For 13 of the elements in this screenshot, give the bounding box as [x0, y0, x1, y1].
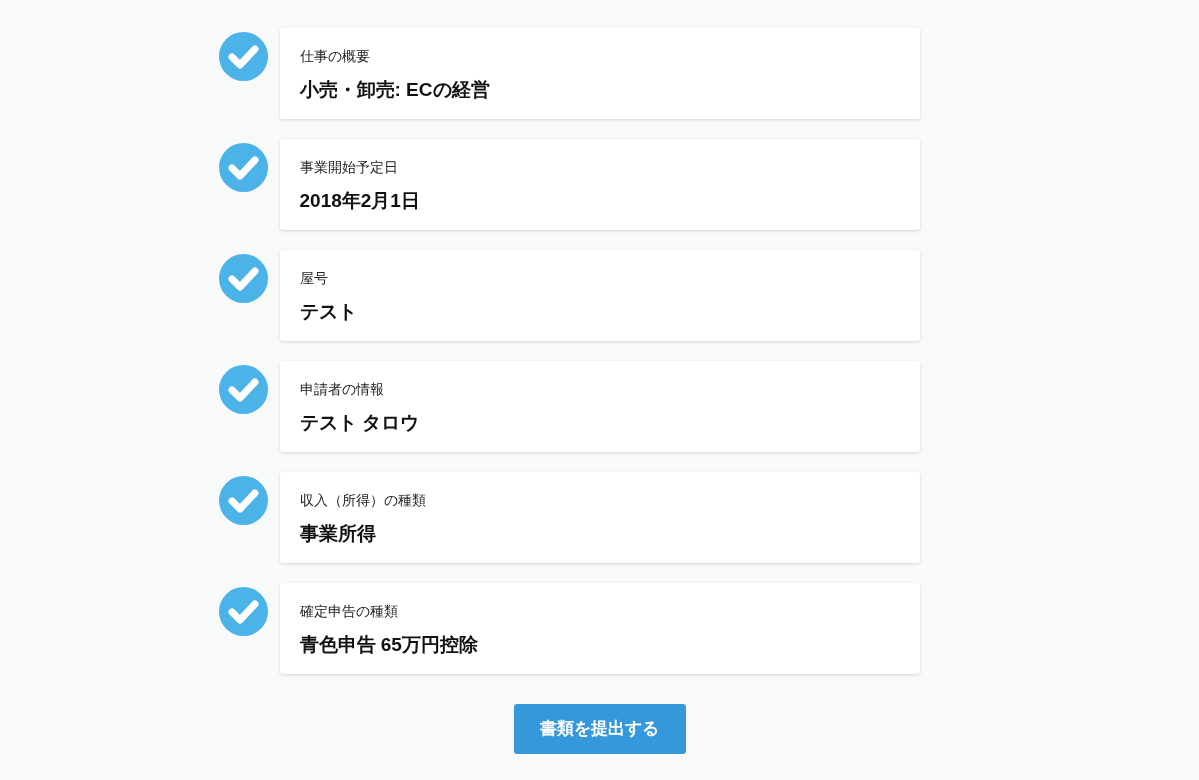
field-value: 2018年2月1日 [299, 189, 420, 213]
field-label: 申請者の情報 [299, 380, 384, 399]
field-value: テスト [299, 300, 357, 324]
field-label: 収入（所得）の種類 [299, 491, 426, 510]
field-label: 屋号 [299, 269, 328, 288]
field-value: 小売・卸売: ECの経営 [299, 78, 490, 102]
field-label: 仕事の概要 [299, 47, 370, 66]
field-label: 事業開始予定日 [299, 158, 398, 177]
submit-button[interactable]: 書類を提出する [513, 704, 686, 754]
field-label: 確定申告の種類 [299, 602, 398, 621]
field-value: 事業所得 [299, 522, 376, 546]
field-value: 青色申告 65万円控除 [299, 633, 478, 657]
field-value: テスト タロウ [299, 411, 419, 435]
